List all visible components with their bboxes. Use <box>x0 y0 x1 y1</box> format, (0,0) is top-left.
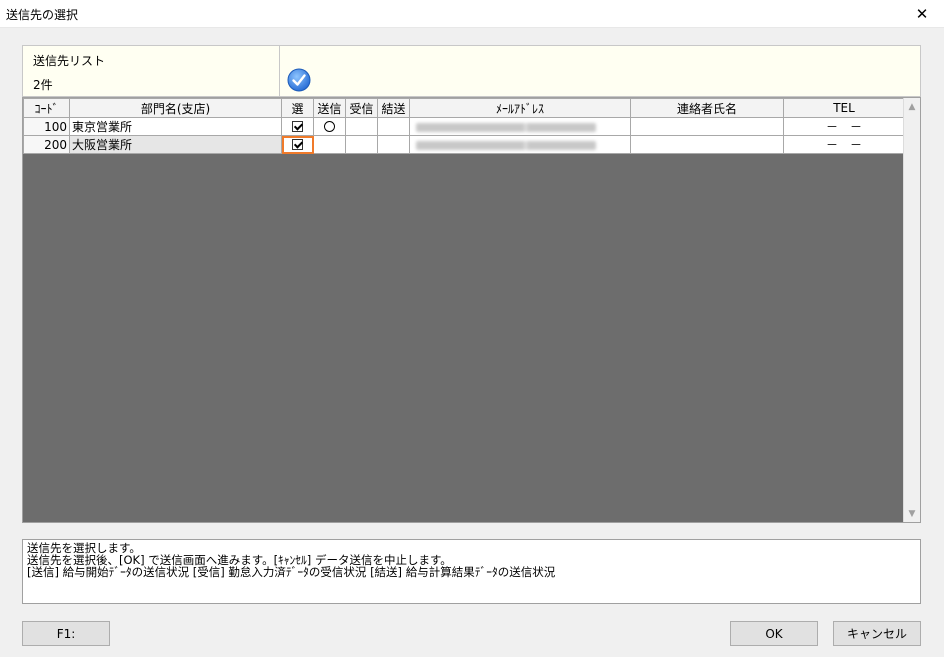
check-circle-icon[interactable] <box>287 68 311 92</box>
cell-code[interactable]: 100 <box>23 117 70 136</box>
scroll-down-button[interactable]: ▼ <box>904 505 920 522</box>
list-count: 2件 <box>33 78 53 92</box>
col-header-select[interactable]: 選 <box>281 98 314 118</box>
cell-send <box>313 135 346 154</box>
cell-result-send <box>377 117 410 136</box>
cell-select[interactable] <box>281 135 314 154</box>
select-checkbox[interactable] <box>292 120 303 132</box>
select-checkbox[interactable] <box>292 138 303 150</box>
cancel-button[interactable]: キャンセル <box>833 621 921 646</box>
col-header-email[interactable]: ﾒｰﾙｱﾄﾞﾚｽ <box>409 98 631 118</box>
destination-grid[interactable]: ｺｰﾄﾞ 部門名(支店) 選 送信 受信 結送 ﾒｰﾙｱﾄﾞﾚｽ 連絡者氏名 T… <box>22 97 921 523</box>
col-header-code[interactable]: ｺｰﾄﾞ <box>23 98 70 118</box>
col-header-dept[interactable]: 部門名(支店) <box>69 98 282 118</box>
cell-contact[interactable] <box>630 135 784 154</box>
cell-dept[interactable]: 東京営業所 <box>69 117 282 136</box>
description-line: [送信] 給与開始ﾃﾞｰﾀの送信状況 [受信] 勤怠入力済ﾃﾞｰﾀの受信状況 [… <box>27 565 556 579</box>
cell-receive <box>345 135 378 154</box>
cell-contact[interactable] <box>630 117 784 136</box>
send-status-mark <box>324 120 335 132</box>
description-box: 送信先を選択します。 送信先を選択後、[OK] で送信画面へ進みます。[ｷｬﾝｾ… <box>22 539 921 604</box>
scroll-up-button[interactable]: ▲ <box>904 98 920 115</box>
table-header-row: ｺｰﾄﾞ 部門名(支店) 選 送信 受信 結送 ﾒｰﾙｱﾄﾞﾚｽ 連絡者氏名 T… <box>23 98 905 118</box>
col-header-contact[interactable]: 連絡者氏名 <box>630 98 784 118</box>
chevron-down-icon: ▼ <box>908 508 916 519</box>
cell-select[interactable] <box>281 117 314 136</box>
f1-button[interactable]: F1: <box>22 621 110 646</box>
cell-tel[interactable]: － － <box>783 117 905 136</box>
ok-button[interactable]: OK <box>730 621 818 646</box>
table-row[interactable]: 200 大阪営業所 － － <box>23 135 905 154</box>
email-redacted <box>416 140 596 150</box>
list-header-info: 送信先リスト 2件 <box>23 46 280 96</box>
cell-tel[interactable]: － － <box>783 135 905 154</box>
cell-send <box>313 117 346 136</box>
col-header-send[interactable]: 送信 <box>313 98 346 118</box>
col-header-receive[interactable]: 受信 <box>345 98 378 118</box>
col-header-result-send[interactable]: 結送 <box>377 98 410 118</box>
table-row[interactable]: 100 東京営業所 － － <box>23 117 905 136</box>
chevron-up-icon: ▲ <box>908 101 916 112</box>
cell-result-send <box>377 135 410 154</box>
close-icon: ✕ <box>915 5 929 23</box>
title-bar: 送信先の選択 ✕ <box>0 0 944 28</box>
col-header-tel[interactable]: TEL <box>783 98 905 118</box>
window-title: 送信先の選択 <box>6 8 79 22</box>
vertical-scrollbar[interactable]: ▲ ▼ <box>903 98 920 522</box>
cell-email[interactable] <box>409 135 631 154</box>
email-redacted <box>416 122 596 132</box>
cell-email[interactable] <box>409 117 631 136</box>
list-title: 送信先リスト <box>33 54 106 68</box>
cell-dept[interactable]: 大阪営業所 <box>69 135 282 154</box>
cell-receive <box>345 117 378 136</box>
close-button[interactable]: ✕ <box>900 0 944 28</box>
cell-code[interactable]: 200 <box>23 135 70 154</box>
list-header-panel: 送信先リスト 2件 <box>22 45 921 97</box>
destination-table: ｺｰﾄﾞ 部門名(支店) 選 送信 受信 結送 ﾒｰﾙｱﾄﾞﾚｽ 連絡者氏名 T… <box>23 98 905 154</box>
